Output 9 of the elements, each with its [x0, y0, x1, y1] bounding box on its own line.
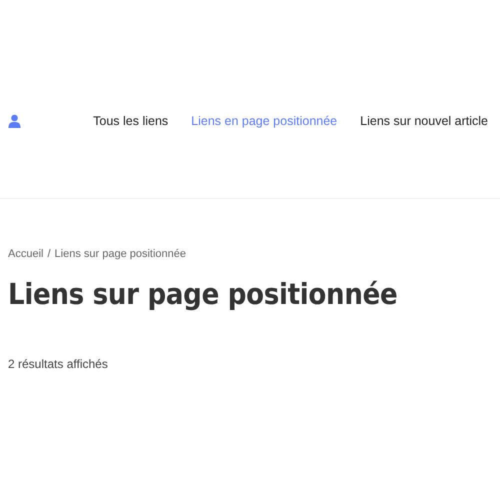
result-count: 2 résultats affichés — [8, 357, 109, 371]
breadcrumb-separator: / — [47, 248, 51, 260]
breadcrumb-current: Liens sur page positionnée — [54, 248, 186, 260]
nav-link[interactable]: Liens sur nouvel article — [360, 114, 488, 128]
nav-link[interactable]: Liens en page positionnée — [191, 114, 338, 128]
breadcrumb-link[interactable]: Accueil — [8, 248, 44, 260]
page-title: Liens sur page positionnée — [8, 277, 398, 311]
user-icon[interactable] — [8, 114, 21, 128]
nav-link[interactable]: Tous les liens — [93, 114, 168, 128]
